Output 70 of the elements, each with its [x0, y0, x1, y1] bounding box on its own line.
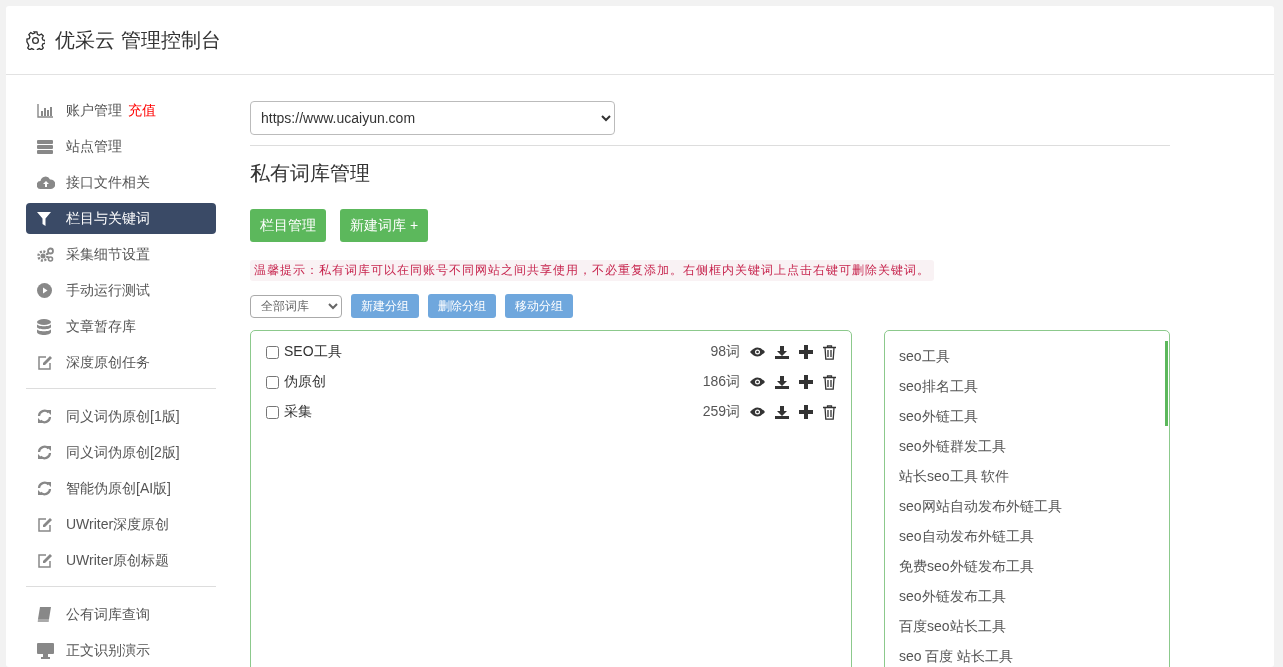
trash-icon[interactable] — [823, 374, 836, 390]
eye-icon[interactable] — [750, 407, 765, 417]
book-icon — [37, 607, 51, 622]
sidebar-item[interactable]: 深度原创任务 — [26, 347, 216, 378]
library-checkbox[interactable] — [266, 405, 279, 419]
keyword-item[interactable]: 免费seo外链发布工具 — [899, 551, 1034, 581]
sidebar-item[interactable]: 公有词库查询 — [26, 599, 216, 630]
keyword-item[interactable]: seo 百度 站长工具 — [899, 641, 1014, 667]
keyword-item[interactable]: 百度seo站长工具 — [899, 611, 1006, 641]
refresh-icon — [37, 445, 52, 460]
sidebar-item[interactable]: 采集细节设置 — [26, 239, 216, 270]
plus-icon[interactable] — [799, 345, 813, 359]
edit-icon — [37, 553, 53, 568]
plus-icon[interactable] — [799, 375, 813, 389]
trash-icon[interactable] — [823, 344, 836, 360]
word-count: 98词 — [710, 343, 740, 361]
server-icon — [37, 139, 53, 154]
edit-icon — [37, 517, 53, 532]
refresh-icon — [37, 409, 52, 424]
sidebar-item[interactable]: UWriter深度原创 — [26, 509, 216, 540]
gears-icon — [37, 247, 54, 262]
refresh-icon — [37, 481, 52, 496]
recharge-link[interactable]: 充值 — [128, 101, 156, 120]
keyword-item[interactable]: seo外链工具 — [899, 401, 978, 431]
sidebar-item[interactable]: 正文识别演示 — [26, 635, 216, 666]
sidebar-item[interactable]: 文章暂存库 — [26, 311, 216, 342]
plus-icon[interactable] — [799, 405, 813, 419]
sidebar-item[interactable]: 同义词伪原创[2版] — [26, 437, 216, 468]
bar-chart-icon — [37, 103, 53, 118]
filter-icon — [37, 211, 51, 226]
section-title: 私有词库管理 — [250, 161, 371, 186]
sidebar-item[interactable]: 站点管理 — [26, 131, 216, 162]
keyword-item[interactable]: seo自动发布外链工具 — [899, 521, 1034, 551]
eye-icon[interactable] — [750, 377, 765, 387]
scrollbar[interactable] — [1165, 341, 1168, 426]
keyword-item[interactable]: 站长seo工具 软件 — [899, 461, 1010, 491]
monitor-icon — [37, 642, 54, 659]
tip-text: 温馨提示：私有词库可以在同账号不同网站之间共享使用，不必重复添加。右侧框内关键词上点击右键可删除关键词。 — [250, 260, 934, 281]
sidebar-item[interactable]: 同义词伪原创[1版] — [26, 401, 216, 432]
library-name[interactable]: 采集 — [284, 403, 703, 421]
download-icon[interactable] — [775, 405, 789, 419]
sidebar-item[interactable]: 接口文件相关 — [26, 167, 216, 198]
keyword-item[interactable]: seo排名工具 — [899, 371, 978, 401]
library-filter-select[interactable]: 全部词库 — [250, 294, 342, 318]
cloud-upload-icon — [37, 176, 55, 189]
eye-icon[interactable] — [750, 347, 765, 357]
edit-icon — [37, 355, 53, 370]
sidebar-item[interactable]: 手动运行测试 — [26, 275, 216, 306]
settings-icon — [26, 30, 45, 50]
sidebar-item[interactable]: 账户管理 充值 — [26, 95, 216, 126]
keyword-item[interactable]: seo外链群发工具 — [899, 431, 1006, 461]
keyword-item[interactable]: seo工具 — [899, 341, 950, 371]
download-icon[interactable] — [775, 345, 789, 359]
keyword-item[interactable]: seo外链发布工具 — [899, 581, 1006, 611]
library-name[interactable]: SEO工具 — [284, 343, 711, 361]
word-count: 259词 — [702, 403, 740, 421]
database-icon — [37, 318, 51, 335]
keyword-item[interactable]: seo网站自动发布外链工具 — [899, 491, 1062, 521]
sidebar-item[interactable]: UWriter原创标题 — [26, 545, 216, 576]
library-checkbox[interactable] — [266, 345, 279, 359]
word-count: 186词 — [702, 373, 740, 391]
sidebar-item[interactable]: 智能伪原创[AI版] — [26, 473, 216, 504]
sidebar-item[interactable]: 栏目与关键词 — [26, 203, 216, 234]
play-icon — [37, 283, 52, 298]
download-icon[interactable] — [775, 375, 789, 389]
library-name[interactable]: 伪原创 — [284, 373, 703, 391]
trash-icon[interactable] — [823, 404, 836, 420]
page-title: 优采云 管理控制台 — [55, 27, 221, 53]
site-select[interactable]: https://www.ucaiyun.com — [250, 101, 615, 135]
library-checkbox[interactable] — [266, 375, 279, 389]
